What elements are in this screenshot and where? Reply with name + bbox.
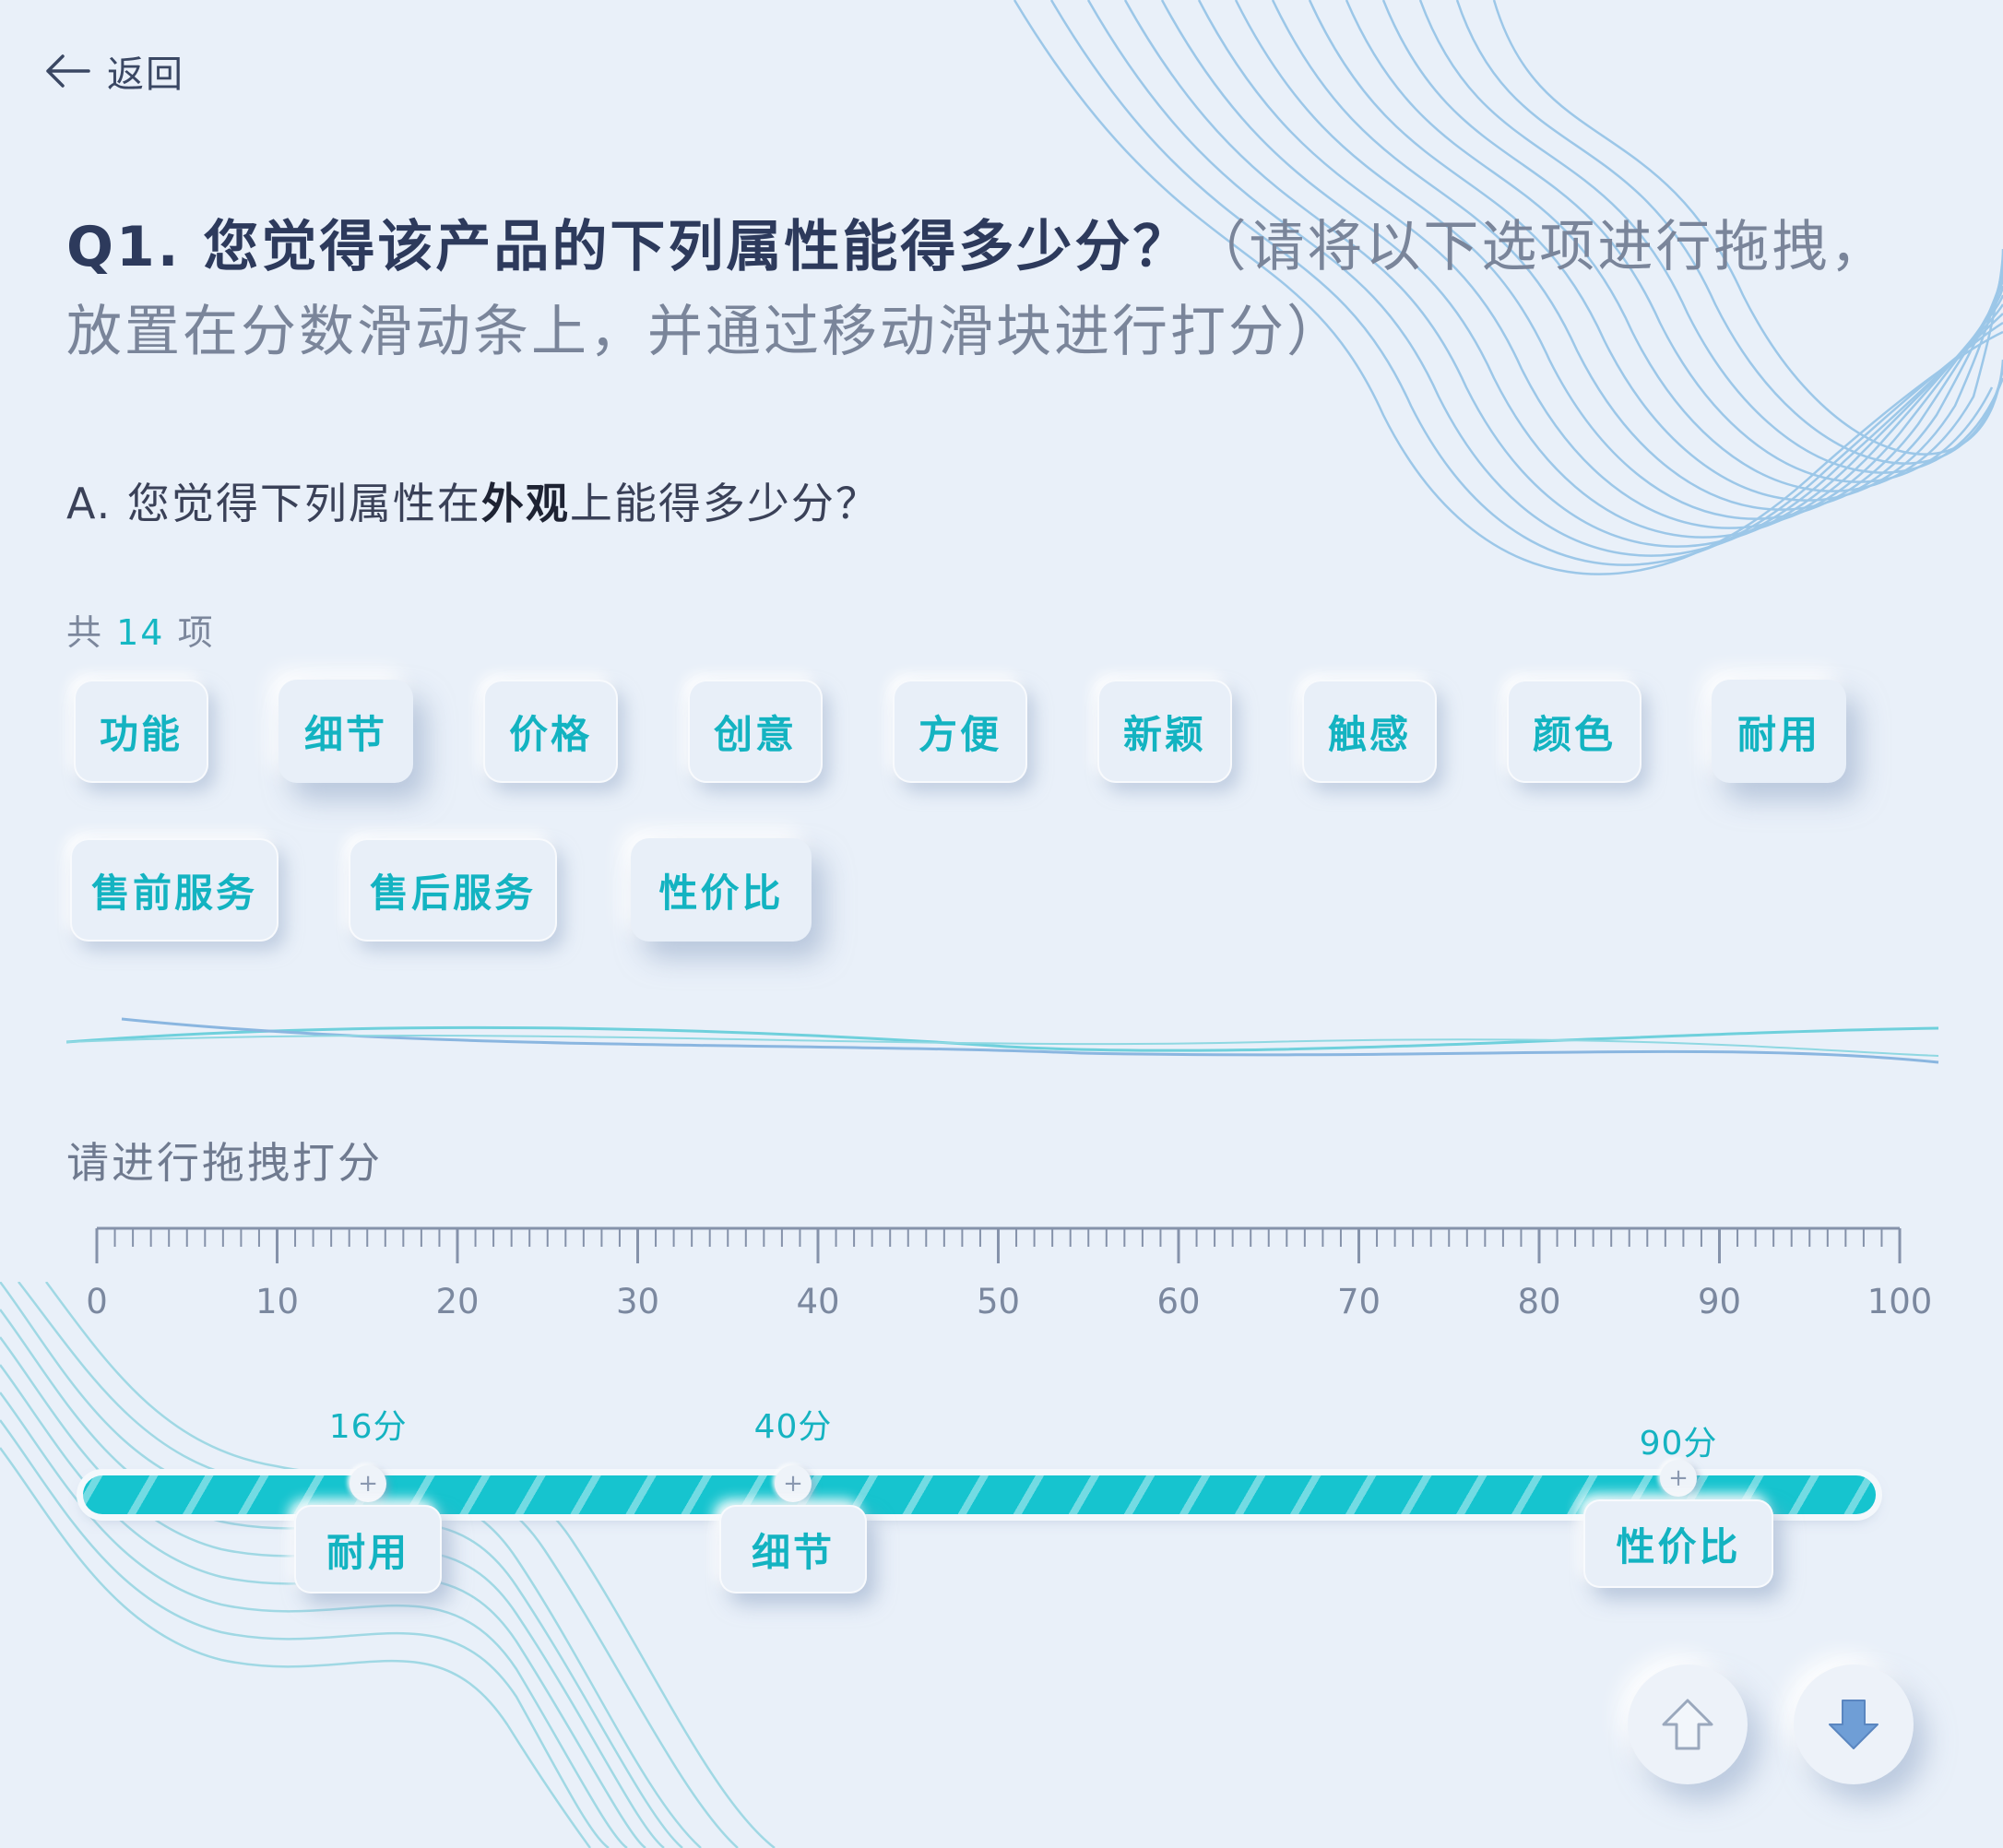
ruler-tick-label: 10 — [255, 1282, 300, 1321]
slider-handle[interactable]: + — [1660, 1460, 1697, 1497]
ruler-tick-label: 70 — [1336, 1282, 1381, 1321]
score-label: 90分 — [1639, 1425, 1718, 1463]
sub-question-highlight: 外观 — [480, 479, 570, 528]
placed-option-chip[interactable]: 耐用 — [294, 1505, 443, 1593]
option-count: 共 14 项 — [66, 604, 215, 655]
ruler-tick-label: 90 — [1697, 1282, 1742, 1321]
option-chip[interactable]: 新颖 — [1097, 680, 1232, 783]
slider-label: 请进行拖拽打分 — [66, 1138, 383, 1188]
ruler-tick-label: 60 — [1156, 1282, 1201, 1321]
sub-question: A. 您觉得下列属性在外观上能得多少分？ — [66, 470, 880, 531]
ruler-tick-label: 20 — [435, 1282, 480, 1321]
option-chip[interactable]: 颜色 — [1507, 680, 1642, 783]
placed-option-chip[interactable]: 细节 — [719, 1505, 867, 1593]
slider-handle[interactable]: + — [350, 1465, 387, 1502]
option-chip[interactable]: 性价比 — [631, 838, 812, 942]
sub-question-prefix: A. 您觉得下列属性在 — [66, 479, 481, 528]
option-chip[interactable]: 售后服务 — [349, 838, 557, 942]
ruler-tick-label: 50 — [976, 1282, 1021, 1321]
back-label: 返回 — [107, 53, 184, 96]
arrow-left-icon — [46, 54, 90, 88]
score-ruler — [95, 1226, 1902, 1263]
option-chip[interactable]: 创意 — [688, 680, 823, 783]
count-suffix: 项 — [177, 612, 215, 653]
wave-decoration-bottom — [0, 1282, 776, 1848]
question-title: Q1. 您觉得该产品的下列属性能得多少分？（请将以下选项进行拖拽，放置在分数滑动… — [66, 205, 1902, 374]
option-chip[interactable]: 价格 — [483, 680, 618, 783]
divider-waves — [66, 1017, 1939, 1064]
arrow-up-icon — [1662, 1699, 1713, 1750]
score-label: 40分 — [753, 1408, 833, 1446]
back-button[interactable]: 返回 — [42, 44, 184, 98]
option-chip[interactable]: 方便 — [893, 680, 1027, 783]
option-chip[interactable]: 细节 — [279, 680, 413, 783]
ruler-tick-label: 30 — [615, 1282, 660, 1321]
ruler-tick-label: 0 — [86, 1282, 108, 1321]
count-number: 14 — [116, 612, 165, 653]
question-text: Q1. 您觉得该产品的下列属性能得多少分？ — [66, 215, 1191, 279]
option-chip[interactable]: 耐用 — [1712, 680, 1846, 783]
option-chip[interactable]: 售前服务 — [70, 838, 279, 942]
previous-button[interactable] — [1628, 1664, 1748, 1784]
next-button[interactable] — [1794, 1664, 1914, 1784]
placed-option-chip[interactable]: 性价比 — [1583, 1499, 1773, 1588]
ruler-tick-label: 40 — [796, 1282, 840, 1321]
ruler-tick-label: 80 — [1517, 1282, 1561, 1321]
option-chip[interactable]: 触感 — [1302, 680, 1437, 783]
arrow-down-icon — [1829, 1700, 1879, 1749]
slider-handle[interactable]: + — [775, 1465, 812, 1502]
option-chip[interactable]: 功能 — [74, 680, 208, 783]
score-label: 16分 — [328, 1408, 408, 1446]
ruler-tick-label: 100 — [1867, 1282, 1933, 1321]
count-prefix: 共 — [66, 612, 104, 653]
sub-question-suffix: 上能得多少分？ — [569, 479, 880, 528]
